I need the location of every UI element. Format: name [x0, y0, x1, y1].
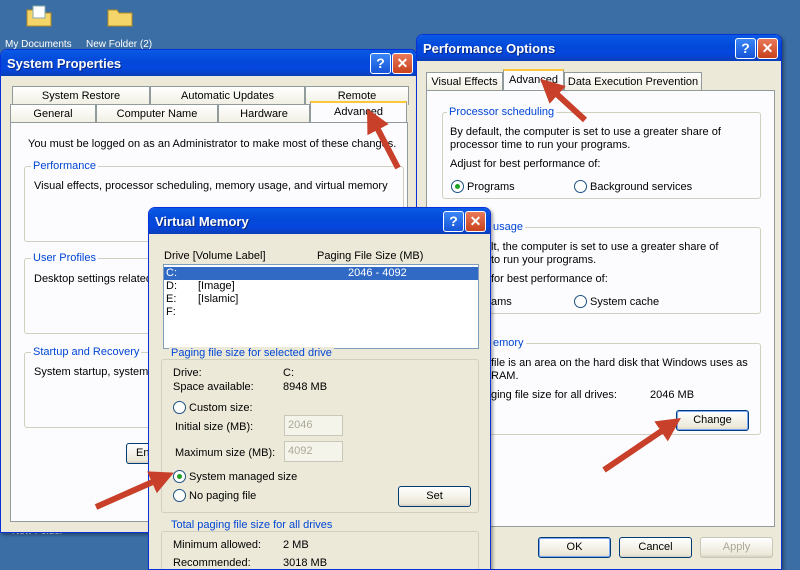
- drive-paging-size: 2046 - 4092: [348, 267, 407, 279]
- system-cache-label: System cache: [590, 296, 660, 308]
- help-button[interactable]: ?: [735, 38, 756, 59]
- new-folder-2-desktop-icon[interactable]: [85, 4, 155, 33]
- user-profiles-description: Desktop settings related: [34, 273, 153, 285]
- memory-usage-text-2: to run your programs.: [491, 254, 597, 266]
- help-button[interactable]: ?: [370, 53, 391, 74]
- maximum-size-input[interactable]: 4092: [284, 441, 343, 462]
- window-title: System Properties: [7, 56, 122, 71]
- virtual-memory-label: emory: [491, 337, 526, 349]
- drive-value: C:: [283, 367, 294, 379]
- memory-adjust-label: for best performance of:: [491, 273, 608, 285]
- tab-advanced[interactable]: Advanced: [310, 101, 407, 122]
- paging-size-column-header: Paging File Size (MB): [317, 250, 424, 262]
- programs-radio-label: Programs: [467, 181, 515, 193]
- folder-icon: [107, 9, 133, 27]
- space-available-value: 8948 MB: [283, 381, 328, 393]
- drive-column-header: Drive [Volume Label]: [164, 250, 266, 262]
- tab-computer-name[interactable]: Computer Name: [96, 104, 218, 123]
- system-managed-size-label: System managed size: [189, 471, 298, 483]
- initial-size-label: Initial size (MB):: [175, 421, 254, 433]
- virtual-memory-titlebar[interactable]: Virtual Memory: [149, 208, 490, 234]
- my-documents-desktop-icon[interactable]: [4, 4, 74, 33]
- memory-programs-label: ams: [491, 296, 512, 308]
- drive-row[interactable]: E: [Islamic]: [164, 293, 478, 306]
- drive-list[interactable]: C: 2046 - 4092 D: [Image] E: [Islamic] F…: [163, 264, 479, 349]
- processor-scheduling-text-1: By default, the computer is set to use a…: [450, 126, 721, 138]
- startup-recovery-description: System startup, system f: [34, 366, 155, 378]
- folder-documents-icon: [26, 5, 52, 27]
- memory-usage-label: usage: [491, 221, 525, 233]
- drive-volume-label: [Image]: [198, 280, 235, 292]
- drive-row[interactable]: F:: [164, 306, 478, 319]
- recommended-label: Recommended:: [173, 557, 251, 569]
- drive-label: Drive:: [173, 367, 202, 379]
- close-button[interactable]: ✕: [465, 211, 486, 232]
- window-title: Performance Options: [423, 41, 556, 56]
- user-profiles-label: User Profiles: [31, 252, 98, 264]
- system-properties-titlebar[interactable]: System Properties: [1, 50, 416, 76]
- tab-data-execution-prevention[interactable]: Data Execution Prevention: [564, 72, 702, 91]
- system-managed-size-radio[interactable]: [173, 470, 186, 483]
- tab-system-restore[interactable]: System Restore: [12, 86, 150, 105]
- window-title: Virtual Memory: [155, 214, 249, 229]
- no-paging-file-label: No paging file: [189, 490, 257, 502]
- background-services-radio[interactable]: [574, 180, 587, 193]
- cancel-button[interactable]: Cancel: [619, 537, 692, 558]
- selected-drive-group-label: Paging file size for selected drive: [169, 347, 334, 359]
- drive-row[interactable]: D: [Image]: [164, 280, 478, 293]
- close-button[interactable]: ✕: [757, 38, 778, 59]
- drive-letter: E:: [166, 293, 177, 305]
- drive-row[interactable]: C: 2046 - 4092: [164, 267, 478, 280]
- drive-letter: C:: [166, 267, 177, 279]
- memory-usage-text-1: lt, the computer is set to use a greater…: [491, 241, 719, 253]
- admin-notice: You must be logged on as an Administrato…: [28, 138, 397, 150]
- minimum-allowed-value: 2 MB: [283, 539, 309, 551]
- performance-description: Visual effects, processor scheduling, me…: [34, 180, 388, 192]
- tab-hardware[interactable]: Hardware: [218, 104, 310, 123]
- tab-general[interactable]: General: [10, 104, 96, 123]
- initial-size-input[interactable]: 2046: [284, 415, 343, 436]
- performance-options-titlebar[interactable]: Performance Options: [417, 35, 781, 61]
- virtual-memory-window: Virtual Memory ? ✕ Drive [Volume Label] …: [148, 207, 491, 570]
- total-paging-group-label: Total paging file size for all drives: [169, 519, 335, 531]
- custom-size-radio[interactable]: [173, 401, 186, 414]
- set-button[interactable]: Set: [398, 486, 471, 507]
- total-paging-label: ging file size for all drives:: [491, 389, 617, 401]
- processor-adjust-label: Adjust for best performance of:: [450, 158, 601, 170]
- change-button[interactable]: Change: [676, 410, 749, 431]
- ok-button[interactable]: OK: [538, 537, 611, 558]
- virtual-memory-text-2: RAM.: [491, 370, 519, 382]
- startup-recovery-label: Startup and Recovery: [31, 346, 142, 358]
- drive-volume-label: [Islamic]: [198, 293, 239, 305]
- minimum-allowed-label: Minimum allowed:: [173, 539, 262, 551]
- performance-label: Performance: [31, 160, 98, 172]
- programs-radio[interactable]: [451, 180, 464, 193]
- help-button[interactable]: ?: [443, 211, 464, 232]
- custom-size-label: Custom size:: [189, 402, 253, 414]
- maximum-size-label: Maximum size (MB):: [175, 447, 276, 459]
- tab-automatic-updates[interactable]: Automatic Updates: [150, 86, 305, 105]
- space-available-label: Space available:: [173, 381, 254, 393]
- processor-scheduling-label: Processor scheduling: [447, 106, 557, 118]
- total-paging-value: 2046 MB: [650, 389, 695, 401]
- processor-scheduling-text-2: processor time to run your programs.: [450, 139, 631, 151]
- background-services-label: Background services: [590, 181, 693, 193]
- system-cache-radio[interactable]: [574, 295, 587, 308]
- drive-letter: F:: [166, 306, 176, 318]
- tab-advanced[interactable]: Advanced: [503, 69, 564, 90]
- tab-visual-effects[interactable]: Visual Effects: [426, 72, 503, 91]
- recommended-value: 3018 MB: [283, 557, 328, 569]
- virtual-memory-text-1: file is an area on the hard disk that Wi…: [491, 357, 748, 369]
- apply-button[interactable]: Apply: [700, 537, 773, 558]
- no-paging-file-radio[interactable]: [173, 489, 186, 502]
- close-button[interactable]: ✕: [392, 53, 413, 74]
- drive-letter: D:: [166, 280, 177, 292]
